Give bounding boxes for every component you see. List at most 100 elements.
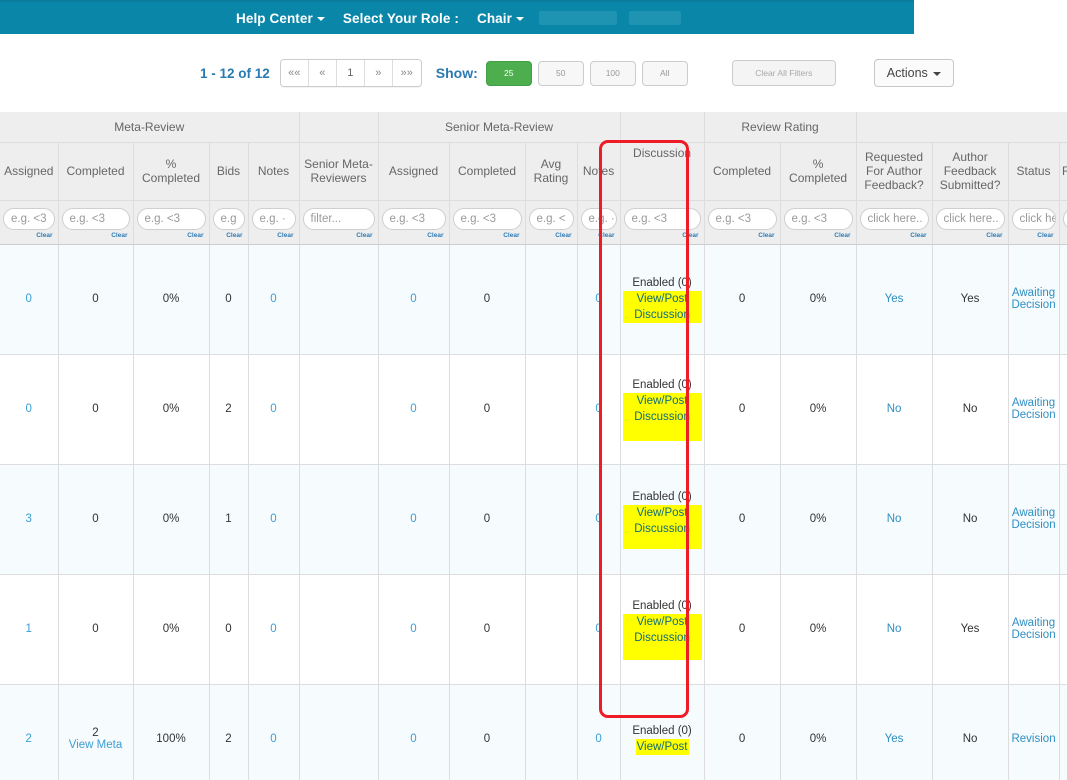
page-size-all[interactable]: All xyxy=(641,60,688,86)
view-post-discussion-link[interactable]: View/Post Discussion xyxy=(622,393,702,441)
cell-status[interactable]: Awaiting Decision xyxy=(1008,244,1060,355)
filter-input-status[interactable]: click hе xyxy=(1011,207,1056,230)
page-size-100[interactable]: 100 xyxy=(589,60,636,86)
cell-status[interactable]: Awaiting Decision xyxy=(1008,354,1060,465)
filter-input-smr-assigned[interactable]: e.g. <3 xyxy=(381,207,446,230)
pager-first[interactable]: «« xyxy=(280,60,309,86)
col-status[interactable]: Status xyxy=(1008,142,1060,201)
view-post-discussion-link[interactable]: View/Post Discussion xyxy=(622,505,702,549)
filter-input-meta-notes[interactable]: e.g. · xyxy=(251,207,296,230)
cell-smr-notes[interactable]: 0 xyxy=(577,354,621,465)
filter-clear-link[interactable]: Clear xyxy=(624,232,701,239)
cell-requested-feedback[interactable]: No xyxy=(856,354,933,465)
cell-meta-assigned[interactable]: 1 xyxy=(0,574,59,685)
col-rating-completed[interactable]: Completed xyxy=(704,142,781,201)
filter-clear-link[interactable]: Clear xyxy=(784,232,853,239)
filter-clear-link[interactable]: Clear xyxy=(581,232,617,239)
filter-clear-link[interactable]: Clear xyxy=(1063,232,1067,239)
pager-next[interactable]: » xyxy=(364,60,393,86)
filter-clear-link[interactable]: Clear xyxy=(303,232,375,239)
nav-help-center[interactable]: Help Center xyxy=(227,11,334,26)
filter-clear-link[interactable]: Clear xyxy=(453,232,522,239)
filter-input-senior-meta-reviewers[interactable]: filter... xyxy=(302,207,375,230)
cell-requested-feedback[interactable]: No xyxy=(856,574,933,685)
filter-input-meta-completed[interactable]: e.g. <3 xyxy=(61,207,130,230)
view-post-discussion-link[interactable]: View/Post Discussion xyxy=(622,614,702,660)
cell-status[interactable]: Awaiting Decision xyxy=(1008,574,1060,685)
filter-clear-link[interactable]: Clear xyxy=(3,232,55,239)
filter-clear-link[interactable]: Clear xyxy=(936,232,1005,239)
filter-input-smr-avg-rating[interactable]: e.g. < xyxy=(528,207,574,230)
col-smr-notes[interactable]: Notes xyxy=(577,142,621,201)
redacted-nav-item-2[interactable] xyxy=(628,11,681,25)
col-discussion[interactable]: Discussion xyxy=(620,142,705,201)
filter-input-smr-completed[interactable]: e.g. <3 xyxy=(452,207,522,230)
cell-meta-assigned[interactable]: 0 xyxy=(0,244,59,355)
cell-meta-notes[interactable]: 0 xyxy=(248,574,300,685)
cell-smr-notes[interactable]: 0 xyxy=(577,574,621,685)
filter-input-discussion[interactable]: e.g. <3 xyxy=(623,207,701,230)
col-meta-completed[interactable]: Completed xyxy=(58,142,134,201)
filter-input-requested-author-feedback[interactable]: click here.. xyxy=(859,207,929,230)
cell-meta-notes[interactable]: 0 xyxy=(248,354,300,465)
col-smr-completed[interactable]: Completed xyxy=(449,142,526,201)
cell-smr-assigned[interactable]: 0 xyxy=(378,464,450,575)
filter-input-author-feedback-submitted[interactable]: click here.. xyxy=(935,207,1005,230)
col-author-feedback-submitted[interactable]: Author Feedback Submitted? xyxy=(932,142,1009,201)
filter-input-rating-pct-completed[interactable]: e.g. <3 xyxy=(783,207,853,230)
filter-input-smr-notes[interactable]: e.g. · xyxy=(580,207,617,230)
filter-clear-link[interactable]: Clear xyxy=(213,232,245,239)
col-requested-author-feedback[interactable]: Requested For Author Feedback? xyxy=(856,142,933,201)
pager-prev[interactable]: « xyxy=(308,60,337,86)
filter-clear-link[interactable]: Clear xyxy=(252,232,296,239)
filter-clear-link[interactable]: Clear xyxy=(860,232,929,239)
cell-meta-notes[interactable]: 0 xyxy=(248,684,300,780)
cell-requested-feedback[interactable]: Yes xyxy=(856,244,933,355)
page-size-25[interactable]: 25 xyxy=(485,60,532,86)
clear-all-filters-button[interactable]: Clear All Filters xyxy=(731,60,836,86)
col-meta-bids[interactable]: Bids xyxy=(209,142,249,201)
cell-requested-feedback[interactable]: Yes xyxy=(856,684,933,780)
col-meta-notes[interactable]: Notes xyxy=(248,142,300,201)
filter-input-meta-pct-completed[interactable]: e.g. <3 xyxy=(136,207,206,230)
filter-clear-link[interactable]: Clear xyxy=(137,232,206,239)
cell-smr-notes[interactable]: 0 xyxy=(577,464,621,575)
cell-status[interactable]: Awaiting Decision xyxy=(1008,464,1060,575)
pager-page-1[interactable]: 1 xyxy=(336,60,365,86)
filter-input-revision-submitted[interactable]: clic xyxy=(1062,207,1067,230)
page-size-50[interactable]: 50 xyxy=(537,60,584,86)
cell-meta-assigned[interactable]: 0 xyxy=(0,354,59,465)
col-rating-pct-completed[interactable]: % Completed xyxy=(780,142,857,201)
view-post-discussion-link[interactable]: View/Post xyxy=(635,739,689,755)
cell-status[interactable]: Revision xyxy=(1008,684,1060,780)
cell-meta-notes[interactable]: 0 xyxy=(248,464,300,575)
cell-smr-notes[interactable]: 0 xyxy=(577,684,621,780)
cell-requested-feedback[interactable]: No xyxy=(856,464,933,575)
cell-smr-assigned[interactable]: 0 xyxy=(378,574,450,685)
redacted-nav-item-1[interactable] xyxy=(538,11,617,25)
col-senior-meta-reviewers[interactable]: Senior Meta-Reviewers xyxy=(299,142,379,201)
filter-clear-link[interactable]: Clear xyxy=(382,232,446,239)
col-meta-pct-completed[interactable]: % Completed xyxy=(133,142,210,201)
filter-input-meta-bids[interactable]: e.g xyxy=(212,207,245,230)
cell-smr-notes[interactable]: 0 xyxy=(577,244,621,355)
col-meta-assigned[interactable]: Assigned xyxy=(0,142,59,201)
filter-input-rating-completed[interactable]: e.g. <3 xyxy=(707,207,777,230)
view-post-discussion-link[interactable]: View/Post Discussion xyxy=(622,291,702,323)
cell-smr-assigned[interactable]: 0 xyxy=(378,684,450,780)
cell-meta-assigned[interactable]: 2 xyxy=(0,684,59,780)
col-smr-assigned[interactable]: Assigned xyxy=(378,142,450,201)
filter-clear-link[interactable]: Clear xyxy=(62,232,130,239)
nav-role-chair[interactable]: Chair xyxy=(468,11,533,26)
filter-clear-link[interactable]: Clear xyxy=(529,232,574,239)
filter-input-meta-assigned[interactable]: e.g. <3 xyxy=(3,207,55,230)
cell-meta-assigned[interactable]: 3 xyxy=(0,464,59,575)
cell-smr-assigned[interactable]: 0 xyxy=(378,244,450,355)
cell-meta-notes[interactable]: 0 xyxy=(248,244,300,355)
filter-clear-link[interactable]: Clear xyxy=(708,232,777,239)
col-smr-avg-rating[interactable]: Avg Rating xyxy=(525,142,578,201)
cell-smr-assigned[interactable]: 0 xyxy=(378,354,450,465)
pager-last[interactable]: »» xyxy=(392,60,421,86)
filter-clear-link[interactable]: Clear xyxy=(1012,232,1056,239)
view-meta-link[interactable]: View Meta xyxy=(61,739,131,751)
